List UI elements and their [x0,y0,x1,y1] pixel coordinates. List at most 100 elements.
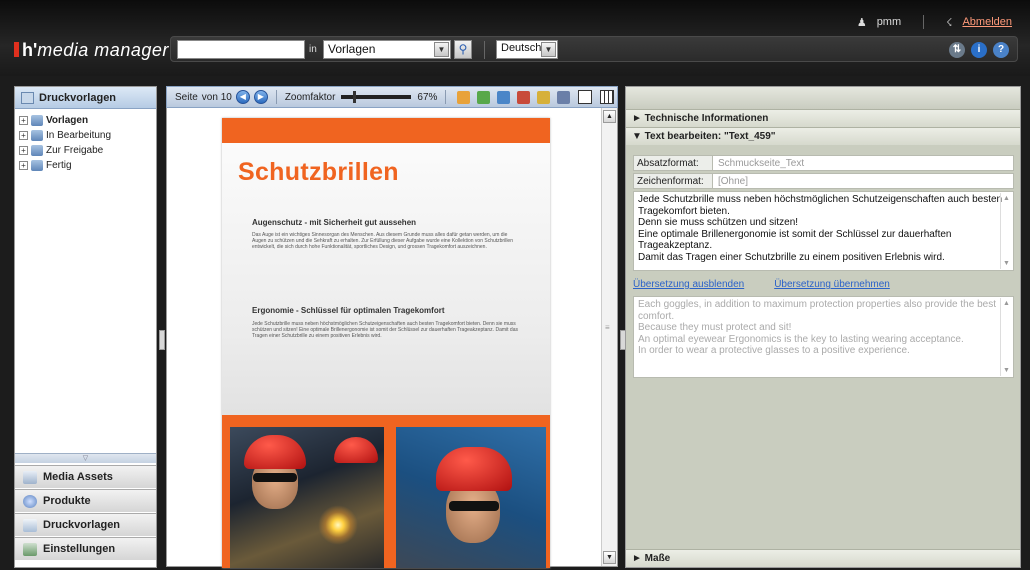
document-page: Schutzbrillen Augenschutz - mit Sicherhe… [222,118,550,568]
tree-item-vorlagen[interactable]: + Vorlagen [19,113,152,128]
help-icon[interactable]: ? [993,42,1009,58]
print-templates-icon [23,518,37,532]
prev-page-button[interactable]: ◀ [235,90,250,104]
paragraph-format-label: Absatzformat: [633,155,713,171]
zoom-slider[interactable] [341,91,412,103]
paragraph-format-field[interactable]: Schmuckseite_Text [713,155,1014,171]
viewer-toolbar: Seite von 10 ◀ ▶ Zoomfaktor 67% [166,86,618,108]
character-format-field[interactable]: [Ohne] [713,173,1014,189]
export-icon[interactable] [537,90,551,104]
copy-icon[interactable] [497,90,511,104]
left-panel: Druckvorlagen + Vorlagen + In Bearbeitun… [14,86,157,568]
worker-photo[interactable] [396,427,546,568]
add-icon[interactable] [477,90,491,104]
text-editor-scrollbar[interactable]: ▲ ▼ [1000,193,1012,269]
search-scope-value: Vorlagen [328,42,376,56]
accordion-media-assets[interactable]: Media Assets [15,465,156,488]
doc-title[interactable]: Schutzbrillen [238,158,399,187]
logout-link[interactable]: Abmelden [962,16,1012,28]
top-bar: ♟ pmm ☇ Abmelden h'media manager in Vorl… [0,0,1030,76]
translation-content: Each goggles, in addition to maximum pro… [638,299,996,356]
logo-prefix: h' [22,40,38,60]
divider [445,90,447,104]
folder-icon [31,115,43,126]
text-editor-content[interactable]: Jede Schutzbrille muss neben höchstmögli… [638,194,1009,263]
workflow-icon[interactable]: ⇅ [949,42,965,58]
tree-item-label: Zur Freigabe [46,145,104,156]
hard-hat [334,437,378,463]
section-dimensions[interactable]: ► Maße [626,549,1020,567]
media-assets-icon [23,470,37,484]
section-text-edit[interactable]: ▼ Text bearbeiten: "Text_459" [626,127,1020,145]
left-collapse-handle[interactable] [159,330,165,350]
accordion-druckvorlagen[interactable]: Druckvorlagen [15,513,156,536]
accordion-label: Media Assets [43,471,113,483]
expand-icon[interactable]: + [19,131,28,140]
doc-paragraph-2[interactable]: Jede Schutzbrille muss neben höchstmögli… [252,321,522,339]
user-line: ♟ pmm ☇ Abmelden [857,15,1012,29]
language-select[interactable]: Deutsch ▼ [496,40,558,59]
accordion-label: Druckvorlagen [43,519,121,531]
preview-icon[interactable] [557,90,571,104]
zoom-slider-thumb[interactable] [353,91,357,103]
section-technical-info[interactable]: ► Technische Informationen [626,109,1020,127]
character-format-label: Zeichenformat: [633,173,713,189]
chevron-down-icon[interactable]: ▼ [603,551,616,564]
scroll-grip[interactable]: ≡ [605,323,610,332]
paragraph-format-row: Absatzformat: Schmuckseite_Text [633,155,1014,171]
text-editor[interactable]: Jede Schutzbrille muss neben höchstmögli… [633,191,1014,271]
right-panel-top [626,87,1020,109]
tree-item-zur-freigabe[interactable]: + Zur Freigabe [19,143,152,158]
header-tools: ⇅ i ? [949,42,1009,58]
search-bar: in Vorlagen ▼ ⚲ Deutsch ▼ ⇅ i ? [170,36,1018,62]
search-input[interactable] [177,40,305,59]
logo-mark [14,42,19,57]
tree-item-label: Fertig [46,160,72,171]
next-page-button[interactable]: ▶ [253,90,268,104]
expand-icon[interactable]: + [19,116,28,125]
search-scope-select[interactable]: Vorlagen ▼ [323,40,451,59]
chevron-down-icon[interactable]: ▼ [1001,258,1012,270]
grid-view-icon[interactable] [600,90,615,104]
accordion-label: Produkte [43,495,91,507]
text-edit-form: Absatzformat: Schmuckseite_Text Zeichenf… [633,155,1014,378]
safety-glasses [449,501,499,511]
info-icon[interactable]: i [971,42,987,58]
zoom-value: 67% [417,91,438,103]
doc-heading-1[interactable]: Augenschutz - mit Sicherheit gut aussehe… [252,218,416,227]
expand-icon[interactable]: + [19,146,28,155]
accordion-produkte[interactable]: Produkte [15,489,156,512]
sparks [318,505,358,545]
tree-item-label: Vorlagen [46,115,89,126]
user-icon: ♟ [856,16,867,29]
folder-icon [31,130,43,141]
folder-tree: + Vorlagen + In Bearbeitung + Zur Freiga… [15,109,156,177]
app-logo: h'media manager [14,40,169,61]
viewer-scrollbar[interactable]: ▲ ≡ ▼ [601,108,617,566]
chevron-up-icon[interactable]: ▲ [603,110,616,123]
doc-heading-2[interactable]: Ergonomie - Schlüssel für optimalen Trag… [252,306,444,315]
single-page-view-icon[interactable] [578,90,593,104]
translation-scrollbar[interactable]: ▲ ▼ [1000,298,1012,376]
document-viewer[interactable]: Schutzbrillen Augenschutz - mit Sicherhe… [166,108,618,568]
apply-translation-link[interactable]: Übersetzung übernehmen [774,279,890,290]
chevron-down-icon[interactable]: ▼ [1001,365,1012,377]
accordion-einstellungen[interactable]: Einstellungen [15,537,156,560]
chevron-up-icon[interactable]: ▲ [1001,193,1012,205]
safety-glasses [253,473,297,482]
doc-paragraph-1[interactable]: Das Auge ist ein wichtiges Sinnesorgan d… [252,232,522,250]
chevron-up-icon[interactable]: ▲ [1001,298,1012,310]
language-value: Deutsch [501,42,542,54]
tree-item-in-bearbeitung[interactable]: + In Bearbeitung [19,128,152,143]
accordion-splitter[interactable]: ▽ [15,453,156,463]
hide-translation-link[interactable]: Übersetzung ausblenden [633,279,744,290]
delete-icon[interactable] [517,90,531,104]
translation-box[interactable]: Each goggles, in addition to maximum pro… [633,296,1014,378]
page-label: Seite [175,91,198,103]
welder-photo[interactable] [230,427,384,568]
accordion-label: Einstellungen [43,543,116,555]
tree-item-fertig[interactable]: + Fertig [19,158,152,173]
expand-icon[interactable]: + [19,161,28,170]
edit-text-icon[interactable] [457,90,471,104]
search-button[interactable]: ⚲ [454,40,472,59]
